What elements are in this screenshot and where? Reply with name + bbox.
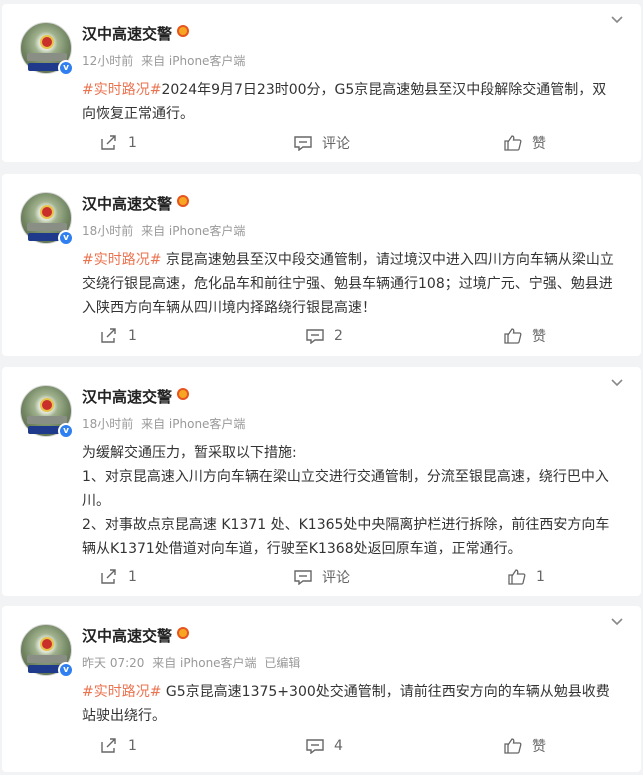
post-line: 1、对京昆高速入川方向车辆在梁山立交进行交通管制，分流至银昆高速，绕行巴中入川。	[82, 469, 609, 509]
medal-icon[interactable]	[177, 195, 189, 209]
comment-count: 评论	[322, 570, 350, 586]
road-image	[27, 53, 67, 61]
like-count: 赞	[532, 329, 546, 345]
post-time[interactable]: 12小时前	[82, 54, 133, 68]
like-count: 1	[536, 569, 545, 585]
medal-icon[interactable]	[177, 25, 189, 39]
post-card: v 汉中高速交警 昨天 07:20 来自 iPhone客户端 已编辑 #实时路况…	[2, 606, 641, 772]
forward-count: 1	[128, 135, 137, 151]
like-icon	[504, 328, 522, 344]
post-card: v 汉中高速交警 12小时前 来自 iPhone客户端 #实时路况#2024年9…	[2, 4, 641, 162]
police-emblem-icon	[40, 637, 54, 651]
author-name[interactable]: 汉中高速交警	[82, 386, 172, 407]
post-source: 来自 iPhone客户端	[141, 417, 246, 431]
weibo-feed: v 汉中高速交警 12小时前 来自 iPhone客户端 #实时路况#2024年9…	[0, 0, 643, 775]
like-count: 赞	[532, 136, 546, 152]
post-source: 来自 iPhone客户端	[152, 656, 257, 670]
post-line: 为缓解交通压力，暂采取以下措施:	[82, 445, 297, 461]
forward-count: 1	[128, 569, 137, 585]
post-text: #实时路况# 京昆高速勉县至汉中段交通管制，请过境汉中进入四川方向车辆从梁山立交…	[82, 248, 619, 320]
road-image	[27, 655, 67, 663]
post-meta: 12小时前 来自 iPhone客户端	[82, 52, 249, 69]
road-image	[27, 416, 67, 424]
like-count: 赞	[532, 739, 546, 755]
comment-icon	[306, 739, 324, 754]
post-source: 来自 iPhone客户端	[141, 54, 246, 68]
like-button[interactable]: 赞	[504, 735, 546, 757]
police-emblem-icon	[40, 35, 54, 49]
forward-button[interactable]: 1	[100, 566, 137, 588]
hashtag-link[interactable]: #实时路况#	[82, 252, 161, 268]
avatar[interactable]: v	[20, 192, 74, 246]
medal-icon[interactable]	[177, 388, 189, 402]
avatar[interactable]: v	[20, 624, 74, 678]
author-name[interactable]: 汉中高速交警	[82, 625, 172, 646]
forward-button[interactable]: 1	[100, 325, 137, 347]
forward-button[interactable]: 1	[100, 735, 137, 757]
forward-icon	[101, 569, 116, 584]
comment-icon	[294, 136, 312, 151]
forward-icon	[101, 738, 116, 753]
comment-button[interactable]: 4	[306, 735, 343, 757]
verified-badge-icon: v	[58, 230, 74, 246]
chevron-down-icon[interactable]	[611, 16, 623, 26]
post-body: 京昆高速勉县至汉中段交通管制，请过境汉中进入四川方向车辆从梁山立交绕行银昆高速，…	[82, 252, 614, 316]
comment-count: 4	[334, 738, 343, 754]
post-time[interactable]: 昨天 07:20	[82, 656, 144, 670]
chevron-down-icon[interactable]	[611, 379, 623, 389]
post-card: v 汉中高速交警 18小时前 来自 iPhone客户端 #实时路况# 京昆高速勉…	[2, 174, 641, 356]
comment-icon	[294, 570, 312, 585]
hashtag-link[interactable]: #实时路况#	[82, 684, 161, 700]
forward-icon	[101, 135, 116, 150]
comment-icon	[306, 329, 324, 344]
post-meta: 18小时前 来自 iPhone客户端	[82, 415, 249, 432]
post-card: v 汉中高速交警 18小时前 来自 iPhone客户端 为缓解交通压力，暂采取以…	[2, 367, 641, 596]
post-body: G5京昆高速1375+300处交通管制，请前往西安方向的车辆从勉县收费站驶出绕行…	[82, 684, 610, 724]
verified-badge-icon: v	[58, 423, 74, 439]
post-time[interactable]: 18小时前	[82, 417, 133, 431]
like-button[interactable]: 赞	[504, 325, 546, 347]
comment-button[interactable]: 评论	[294, 132, 350, 154]
action-bar: 1 评论 赞	[2, 132, 641, 154]
verified-badge-icon: v	[58, 60, 74, 76]
comment-count: 评论	[322, 136, 350, 152]
verified-badge-icon: v	[58, 662, 74, 678]
forward-count: 1	[128, 328, 137, 344]
action-bar: 1 4 赞	[2, 735, 641, 757]
post-text: #实时路况#2024年9月7日23时00分，G5京昆高速勉县至汉中段解除交通管制…	[82, 78, 619, 126]
edited-label: 已编辑	[264, 656, 301, 670]
hashtag-link[interactable]: #实时路况#	[82, 82, 161, 98]
action-bar: 1 评论 1	[2, 566, 641, 588]
forward-icon	[101, 328, 116, 343]
post-source: 来自 iPhone客户端	[141, 224, 246, 238]
post-meta: 18小时前 来自 iPhone客户端	[82, 222, 249, 239]
like-button[interactable]: 1	[508, 566, 545, 588]
chevron-down-icon[interactable]	[611, 618, 623, 628]
forward-button[interactable]: 1	[100, 132, 137, 154]
avatar[interactable]: v	[20, 385, 74, 439]
action-bar: 1 2 赞	[2, 325, 641, 347]
comment-button[interactable]: 评论	[294, 566, 350, 588]
avatar[interactable]: v	[20, 22, 74, 76]
comment-button[interactable]: 2	[306, 325, 343, 347]
post-text: #实时路况# G5京昆高速1375+300处交通管制，请前往西安方向的车辆从勉县…	[82, 680, 619, 728]
police-emblem-icon	[40, 398, 54, 412]
post-text: 为缓解交通压力，暂采取以下措施: 1、对京昆高速入川方向车辆在梁山立交进行交通管…	[82, 441, 619, 561]
post-meta: 昨天 07:20 来自 iPhone客户端 已编辑	[82, 654, 304, 671]
post-body: 2024年9月7日23时00分，G5京昆高速勉县至汉中段解除交通管制，双向恢复正…	[82, 82, 607, 122]
like-button[interactable]: 赞	[504, 132, 546, 154]
forward-count: 1	[128, 738, 137, 754]
post-line: 2、对事故点京昆高速 K1371 处、K1365处中央隔离护栏进行拆除，前往西安…	[82, 517, 610, 557]
post-time[interactable]: 18小时前	[82, 224, 133, 238]
road-image	[27, 223, 67, 231]
police-emblem-icon	[40, 205, 54, 219]
author-name[interactable]: 汉中高速交警	[82, 23, 172, 44]
like-icon	[508, 569, 526, 585]
medal-icon[interactable]	[177, 627, 189, 641]
like-icon	[504, 135, 522, 151]
author-name[interactable]: 汉中高速交警	[82, 193, 172, 214]
like-icon	[504, 738, 522, 754]
comment-count: 2	[334, 328, 343, 344]
